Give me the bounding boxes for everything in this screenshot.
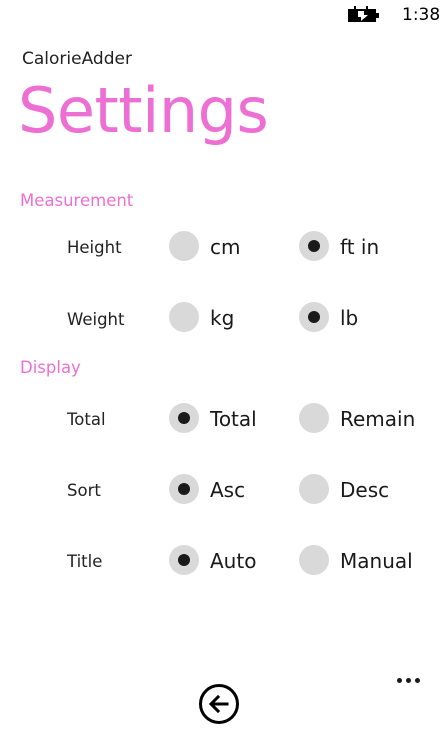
selected-dot: [178, 412, 190, 424]
row-label-weight: Weight: [67, 310, 125, 329]
battery-charging-icon: [348, 6, 379, 22]
option-label-cm[interactable]: cm: [210, 235, 240, 259]
more-button[interactable]: [397, 670, 423, 690]
radio-weight-kg[interactable]: [169, 302, 199, 332]
selected-dot: [308, 240, 320, 252]
app-name: CalorieAdder: [22, 49, 132, 69]
radio-sort-desc[interactable]: [299, 474, 329, 504]
ellipsis-icon: [406, 678, 411, 683]
option-label-auto[interactable]: Auto: [210, 549, 256, 573]
option-label-desc[interactable]: Desc: [340, 478, 389, 502]
option-label-remain[interactable]: Remain: [340, 407, 415, 431]
selected-dot: [178, 483, 190, 495]
back-arrow-icon: [208, 694, 229, 714]
option-label-asc[interactable]: Asc: [210, 478, 245, 502]
option-label-manual[interactable]: Manual: [340, 549, 413, 573]
radio-sort-asc[interactable]: [169, 474, 199, 504]
selected-dot: [308, 311, 320, 323]
ellipsis-icon: [397, 678, 402, 683]
radio-height-ft-in[interactable]: [299, 231, 329, 261]
section-header-measurement: Measurement: [20, 191, 134, 210]
row-label-height: Height: [67, 238, 122, 257]
ellipsis-icon: [415, 678, 420, 683]
row-label-sort: Sort: [67, 481, 101, 500]
option-label-lb[interactable]: lb: [340, 306, 358, 330]
radio-total-remain[interactable]: [299, 403, 329, 433]
section-header-display: Display: [20, 358, 81, 377]
row-label-title: Title: [67, 552, 103, 571]
option-label-total[interactable]: Total: [210, 407, 257, 431]
selected-dot: [178, 554, 190, 566]
radio-title-auto[interactable]: [169, 545, 199, 575]
row-label-total: Total: [67, 410, 106, 429]
option-label-ft-in[interactable]: ft in: [340, 235, 379, 259]
back-button[interactable]: [199, 684, 239, 724]
page-title: Settings: [18, 74, 269, 147]
status-bar: 1:38: [0, 0, 443, 32]
radio-total-total[interactable]: [169, 403, 199, 433]
radio-title-manual[interactable]: [299, 545, 329, 575]
radio-weight-lb[interactable]: [299, 302, 329, 332]
option-label-kg[interactable]: kg: [210, 306, 234, 330]
radio-height-cm[interactable]: [169, 231, 199, 261]
clock: 1:38: [402, 5, 441, 25]
